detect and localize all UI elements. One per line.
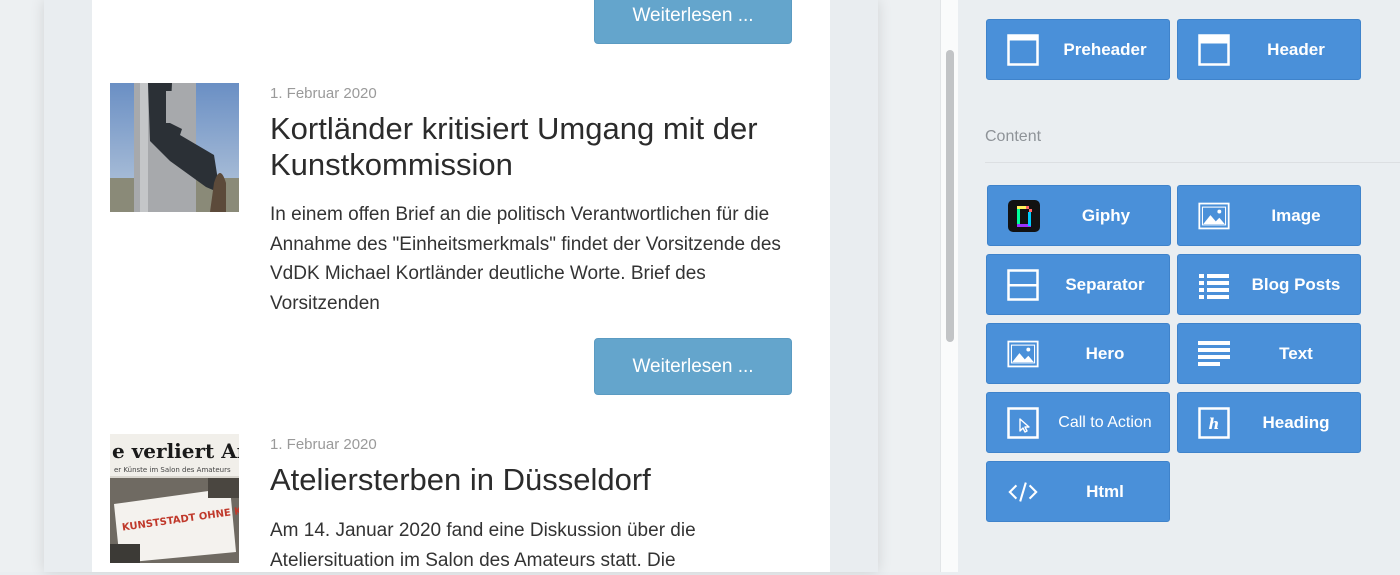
block-label: Separator	[1065, 274, 1145, 294]
block-label: Hero	[1085, 343, 1125, 363]
hero-image-icon	[1007, 338, 1039, 370]
text-lines-icon	[1198, 338, 1230, 370]
post-thumbnail[interactable]	[110, 83, 239, 212]
canvas-scrollbar[interactable]	[940, 0, 959, 572]
block-label: Heading	[1262, 412, 1330, 432]
block-hero[interactable]: Hero	[986, 323, 1170, 384]
block-label: Preheader	[1063, 39, 1147, 59]
post-date: 1. Februar 2020	[270, 85, 377, 102]
list-icon	[1198, 269, 1230, 301]
image-subline-text: er Künste im Salon des Amateurs	[114, 466, 231, 474]
block-separator[interactable]: Separator	[986, 254, 1170, 315]
svg-text:h: h	[1209, 415, 1220, 433]
post-title: Kortländer kritisiert Umgang mit der Kun…	[270, 111, 758, 182]
block-giphy[interactable]: Giphy	[987, 185, 1171, 246]
block-label: Image	[1271, 205, 1321, 225]
block-text[interactable]: Text	[1177, 323, 1361, 384]
content-section-label: Content	[985, 128, 1042, 145]
post-title: Ateliersterben in Düsseldorf	[270, 462, 651, 497]
block-label: Text	[1279, 343, 1313, 363]
block-header[interactable]: Header	[1177, 19, 1361, 80]
block-label: Html	[1086, 481, 1124, 501]
block-label: Header	[1267, 39, 1325, 59]
scrollbar-thumb[interactable]	[946, 50, 954, 342]
block-image[interactable]: Image	[1177, 185, 1361, 246]
preheader-icon	[1007, 34, 1039, 66]
read-more-label: Weiterlesen ...	[632, 355, 754, 377]
block-label: Giphy	[1081, 205, 1131, 225]
block-label: Call to Action	[1058, 413, 1152, 431]
heading-icon: h	[1198, 407, 1230, 439]
giphy-icon	[1008, 200, 1040, 232]
read-more-button[interactable]: Weiterlesen ...	[594, 0, 792, 44]
block-blog-posts[interactable]: Blog Posts	[1177, 254, 1361, 315]
block-preheader[interactable]: Preheader	[986, 19, 1170, 80]
block-heading[interactable]: h Heading	[1177, 392, 1361, 453]
post-excerpt: In einem offen Brief an die politisch Ve…	[270, 204, 781, 314]
image-headline-text: e verliert Arb	[112, 439, 239, 463]
block-call-to-action[interactable]: Call to Action	[986, 392, 1170, 453]
header-icon	[1198, 34, 1230, 66]
separator-icon	[1007, 269, 1039, 301]
block-html[interactable]: Html	[986, 461, 1170, 522]
post-date: 1. Februar 2020	[270, 436, 377, 453]
read-more-button[interactable]: Weiterlesen ...	[594, 338, 792, 395]
cursor-box-icon	[1007, 407, 1039, 439]
post-thumbnail[interactable]: e verliert Arb er Künste im Salon des Am…	[110, 434, 239, 563]
code-icon	[1007, 476, 1039, 508]
read-more-label: Weiterlesen ...	[632, 4, 754, 26]
image-icon	[1198, 200, 1230, 232]
block-label: Blog Posts	[1251, 274, 1341, 294]
section-divider	[985, 162, 1400, 163]
post-excerpt: Am 14. Januar 2020 fand eine Diskussion …	[270, 520, 696, 571]
